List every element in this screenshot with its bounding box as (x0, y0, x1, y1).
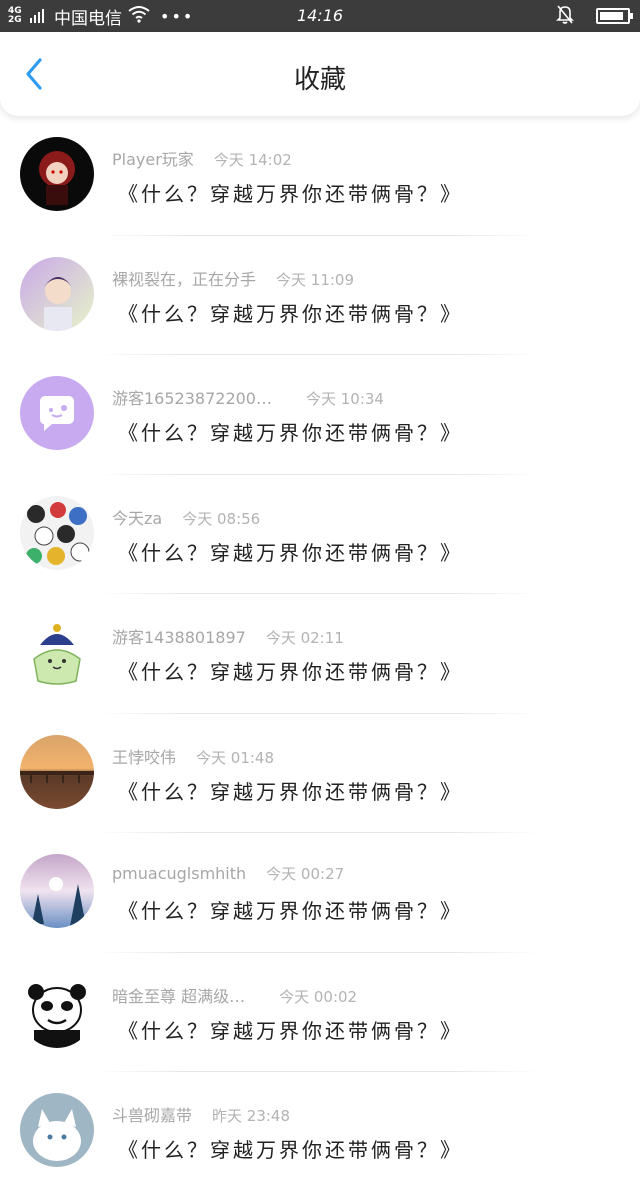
item-text: 《什么？穿越万界你还带俩骨？》 (118, 1018, 463, 1043)
list-item[interactable]: 斗兽砌嘉带 昨天 23:48 《什么？穿越万界你还带俩骨？》 (0, 1072, 640, 1192)
timestamp: 今天 11:09 (276, 270, 355, 289)
item-meta: 斗兽砌嘉带 昨天 23:48 (112, 1102, 290, 1126)
avatar[interactable] (20, 495, 94, 570)
username[interactable]: Player玩家 (112, 150, 194, 169)
item-meta: 游客16523872200… 今天 10:34 (112, 385, 384, 409)
list-item[interactable]: 游客16523872200… 今天 10:34 《什么？穿越万界你还带俩骨？》 (0, 355, 640, 475)
item-meta: Player玩家 今天 14:02 (112, 146, 292, 170)
item-meta: 暗金至尊 超满级… 今天 00:02 (112, 983, 357, 1007)
username[interactable]: 今天za (112, 509, 162, 528)
item-meta: 游客1438801897 今天 02:11 (112, 624, 344, 648)
list-item[interactable]: pmuacuglsmhith 今天 00:27 《什么？穿越万界你还带俩骨？》 (0, 833, 640, 953)
username[interactable]: 游客1438801897 (112, 628, 246, 647)
username[interactable]: pmuacuglsmhith (112, 864, 246, 883)
battery-fill (600, 12, 624, 20)
username[interactable]: 游客16523872200… (112, 389, 272, 408)
timestamp: 今天 00:02 (279, 987, 358, 1006)
avatar[interactable] (20, 734, 94, 809)
item-text: 《什么？穿越万界你还带俩骨？》 (118, 899, 463, 923)
status-right (556, 0, 633, 32)
timestamp: 今天 00:27 (266, 865, 345, 883)
avatar[interactable] (20, 854, 94, 928)
timestamp: 昨天 23:48 (212, 1107, 291, 1125)
list-item[interactable]: Player玩家 今天 14:02 《什么？穿越万界你还带俩骨？》 (0, 116, 640, 236)
timestamp: 今天 08:56 (182, 509, 261, 528)
item-text: 《什么？穿越万界你还带俩骨？》 (118, 1138, 463, 1162)
item-text: 《什么？穿越万界你还带俩骨？》 (118, 301, 463, 326)
timestamp: 今天 14:02 (213, 151, 292, 169)
list-item[interactable]: 暗金至尊 超满级… 今天 00:02 《什么？穿越万界你还带俩骨？》 (0, 953, 640, 1072)
avatar[interactable] (20, 973, 94, 1048)
timestamp: 今天 02:11 (265, 629, 344, 647)
username[interactable]: 斗兽砌嘉带 (112, 1106, 192, 1125)
item-text: 《什么？穿越万界你还带俩骨？》 (118, 182, 463, 206)
item-meta: 王悖咬伟 今天 01:48 (112, 744, 274, 768)
status-time: 14:16 (296, 6, 344, 25)
timestamp: 今天 01:48 (196, 748, 275, 767)
timestamp: 今天 10:34 (305, 390, 384, 408)
list-item[interactable]: 裸视裂在，正在分手 今天 11:09 《什么？穿越万界你还带俩骨？》 (0, 236, 640, 355)
bell-muted-icon (556, 4, 574, 28)
page-title: 收藏 (293, 65, 346, 95)
list-item[interactable]: 今天za 今天 08:56 《什么？穿越万界你还带俩骨？》 (0, 475, 640, 594)
status-bar: 4G 2G 中国电信 ••• 14:16 (0, 0, 640, 32)
item-text: 《什么？穿越万界你还带俩骨？》 (118, 779, 463, 804)
item-meta: 今天za 今天 08:56 (112, 505, 260, 529)
favorites-list: Player玩家 今天 14:02 《什么？穿越万界你还带俩骨？》 裸视裂在，正在… (0, 116, 640, 1192)
list-item[interactable]: 游客1438801897 今天 02:11 《什么？穿越万界你还带俩骨？》 (0, 594, 640, 714)
username[interactable]: 王悖咬伟 (112, 748, 176, 767)
avatar[interactable] (20, 256, 94, 331)
item-text: 《什么？穿越万界你还带俩骨？》 (118, 540, 463, 565)
avatar[interactable] (20, 1093, 94, 1167)
avatar[interactable] (20, 615, 94, 689)
battery-icon (596, 8, 633, 24)
item-text: 《什么？穿越万界你还带俩骨？》 (118, 660, 463, 684)
username[interactable]: 暗金至尊 超满级… (112, 987, 245, 1006)
avatar[interactable] (20, 137, 94, 211)
list-item[interactable]: 王悖咬伟 今天 01:48 《什么？穿越万界你还带俩骨？》 (0, 714, 640, 833)
app-header: 收藏 (0, 32, 640, 116)
username[interactable]: 裸视裂在，正在分手 (112, 270, 256, 289)
avatar[interactable] (20, 376, 94, 450)
item-meta: pmuacuglsmhith 今天 00:27 (112, 863, 344, 884)
item-text: 《什么？穿越万界你还带俩骨？》 (118, 421, 463, 445)
item-meta: 裸视裂在，正在分手 今天 11:09 (112, 266, 354, 290)
